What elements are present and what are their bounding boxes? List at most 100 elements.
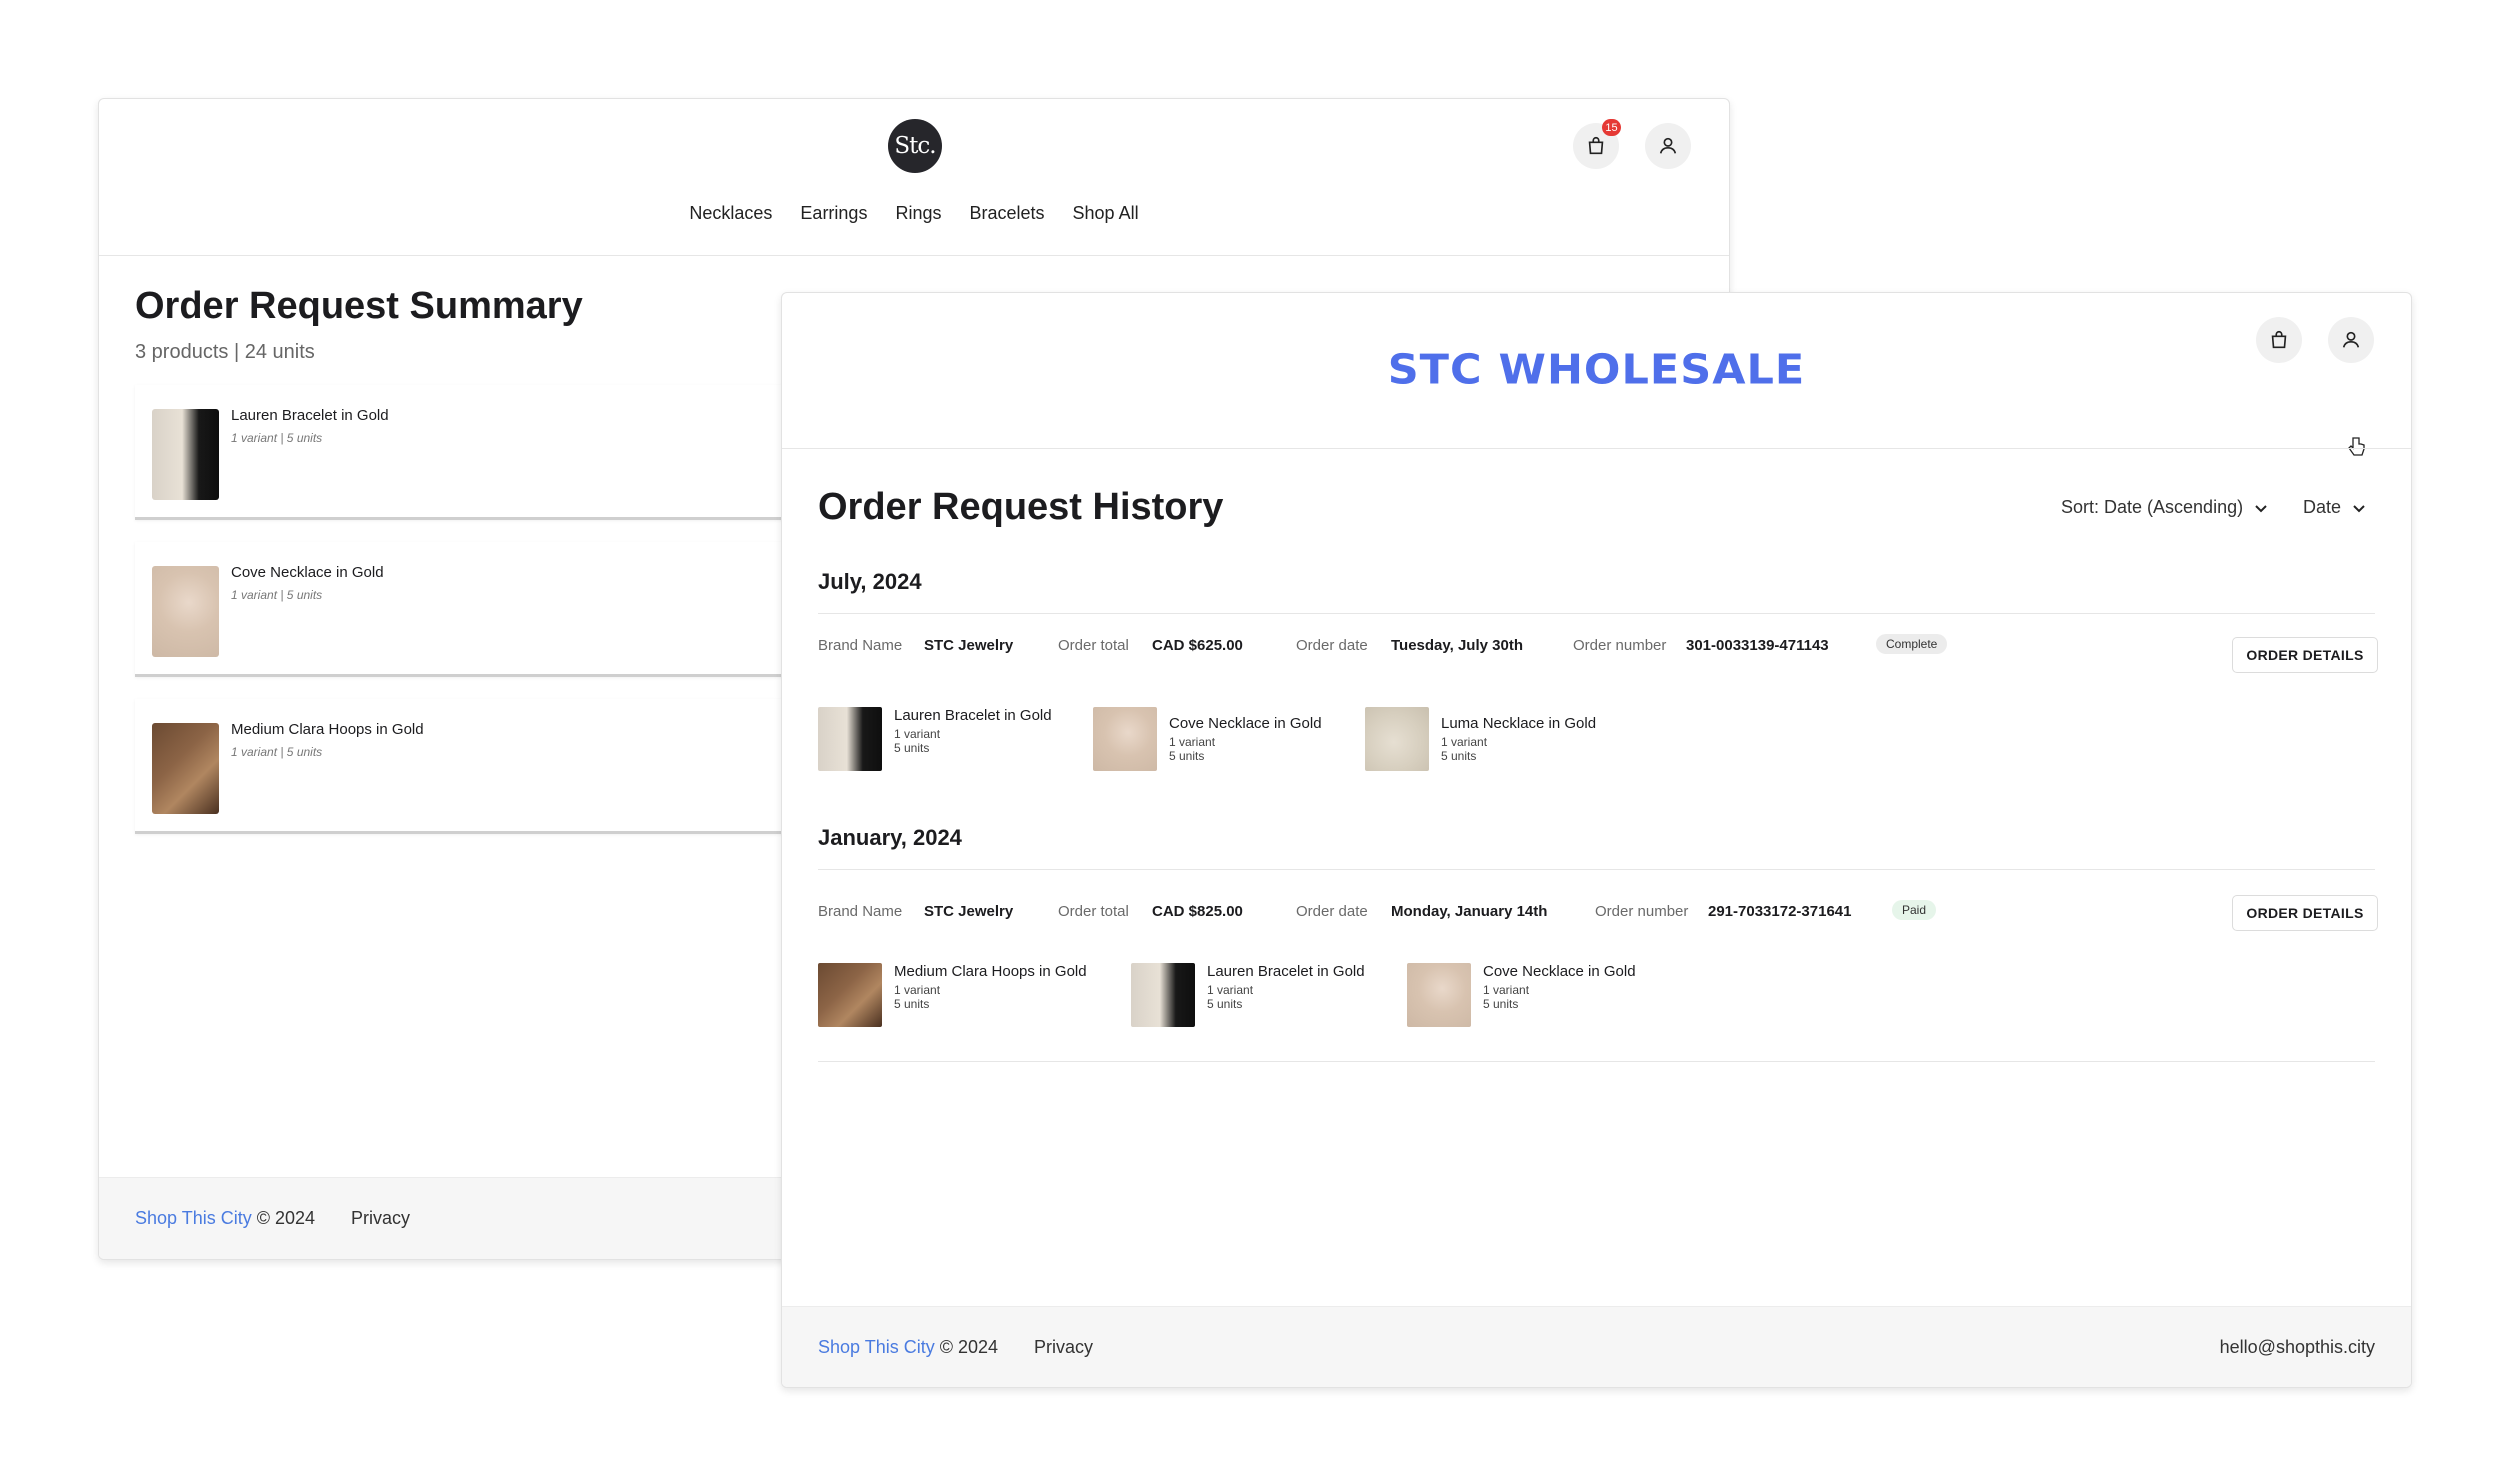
item-name: Lauren Bracelet in Gold	[894, 707, 1052, 724]
item-units: 5 units	[894, 997, 930, 1011]
product-meta: 1 variant | 5 units	[231, 431, 323, 445]
hand-cursor-icon	[2348, 437, 2365, 456]
date-filter-dropdown[interactable]: Date	[2303, 497, 2367, 518]
product-name: Lauren Bracelet in Gold	[231, 407, 389, 424]
footer-brand-link[interactable]: Shop This City	[818, 1337, 935, 1357]
order-item[interactable]: Cove Necklace in Gold 1 variant 5 units	[1407, 963, 1647, 1027]
cart-button[interactable]	[2256, 317, 2302, 363]
shopping-bag-icon	[1588, 136, 1604, 155]
product-name: Medium Clara Hoops in Gold	[231, 721, 424, 738]
nav-bracelets[interactable]: Bracelets	[969, 203, 1044, 224]
order-number-label: Order number	[1595, 903, 1689, 920]
order-item[interactable]: Lauren Bracelet in Gold 1 variant 5 unit…	[1131, 963, 1371, 1027]
month-heading: January, 2024	[818, 825, 962, 850]
item-units: 5 units	[1169, 749, 1205, 763]
order-item[interactable]: Luma Necklace in Gold 1 variant 5 units	[1365, 707, 1597, 771]
item-variant: 1 variant	[1441, 735, 1488, 749]
item-variant: 1 variant	[894, 727, 941, 741]
order-item[interactable]: Cove Necklace in Gold 1 variant 5 units	[1093, 707, 1323, 771]
order-total-label: Order total	[1058, 637, 1129, 654]
header-divider	[99, 255, 1729, 256]
order-details-button[interactable]: ORDER DETAILS	[2232, 895, 2378, 931]
order-summary-row: Brand Name STC Jewelry Order total CAD $…	[818, 895, 2378, 943]
brand-label: Brand Name	[818, 903, 903, 920]
list-end-divider	[818, 1061, 2375, 1062]
nav-earrings[interactable]: Earrings	[800, 203, 867, 224]
status-badge: Paid	[1892, 900, 1937, 920]
item-thumbnail	[1365, 707, 1429, 771]
item-name: Cove Necklace in Gold	[1169, 715, 1322, 732]
chevron-down-icon	[2353, 504, 2365, 512]
order-total-value: CAD $825.00	[1152, 903, 1243, 920]
product-card[interactable]: Medium Clara Hoops in Gold 1 variant | 5…	[135, 699, 835, 834]
item-units: 5 units	[894, 741, 930, 755]
item-variant: 1 variant	[894, 983, 941, 997]
date-filter-label: Date	[2303, 497, 2342, 517]
sort-dropdown[interactable]: Sort: Date (Ascending)	[2061, 497, 2269, 518]
account-button[interactable]	[2328, 317, 2374, 363]
footer-privacy-link[interactable]: Privacy	[351, 1208, 410, 1229]
nav-shop-all[interactable]: Shop All	[1073, 203, 1139, 224]
brand-label: Brand Name	[818, 637, 903, 654]
group-divider	[818, 613, 2375, 614]
wholesale-logo[interactable]: STC WHOLESALE	[782, 346, 2411, 394]
footer-copyright: Shop This City © 2024	[818, 1337, 999, 1357]
product-thumbnail	[152, 723, 219, 814]
chevron-down-icon	[2255, 504, 2267, 512]
header-divider	[782, 448, 2411, 449]
status-badge: Complete	[1876, 634, 1948, 654]
nav-necklaces[interactable]: Necklaces	[689, 203, 772, 224]
footer: Shop This City © 2024 Privacy hello@shop…	[782, 1306, 2411, 1387]
group-divider	[818, 869, 2375, 870]
brand-value: STC Jewelry	[924, 903, 1014, 920]
summary-subtitle: 3 products | 24 units	[135, 341, 315, 363]
order-summary-row: Brand Name STC Jewelry Order total CAD $…	[818, 634, 2378, 677]
order-details-button[interactable]: ORDER DETAILS	[2232, 637, 2378, 673]
footer-brand-link[interactable]: Shop This City	[135, 1208, 252, 1228]
brand-value: STC Jewelry	[924, 637, 1014, 654]
cart-button[interactable]: 15	[1573, 119, 1621, 169]
order-number-value: 291-7033172-371641	[1708, 903, 1852, 920]
item-thumbnail	[1093, 707, 1157, 771]
order-number-value: 301-0033139-471143	[1686, 637, 1829, 654]
item-name: Luma Necklace in Gold	[1441, 715, 1597, 732]
item-units: 5 units	[1207, 997, 1243, 1011]
order-total-value: CAD $625.00	[1152, 637, 1243, 654]
footer-privacy-link[interactable]: Privacy	[1034, 1337, 1093, 1358]
item-units: 5 units	[1483, 997, 1519, 1011]
item-name: Cove Necklace in Gold	[1483, 963, 1636, 980]
order-item[interactable]: Medium Clara Hoops in Gold 1 variant 5 u…	[818, 963, 1088, 1027]
product-thumbnail	[152, 409, 219, 500]
shopping-bag-icon	[2271, 330, 2287, 349]
item-thumbnail	[818, 963, 882, 1027]
item-units: 5 units	[1441, 749, 1477, 763]
order-date-label: Order date	[1296, 903, 1368, 920]
page-title: Order Request Summary	[135, 285, 583, 327]
stc-logo[interactable]: Stc.	[888, 119, 942, 173]
item-thumbnail	[1131, 963, 1195, 1027]
nav-rings[interactable]: Rings	[895, 203, 941, 224]
footer-copyright: Shop This City © 2024	[135, 1208, 316, 1228]
category-nav: Necklaces Earrings Rings Bracelets Shop …	[99, 203, 1729, 224]
item-name: Medium Clara Hoops in Gold	[894, 963, 1087, 980]
account-button[interactable]	[1645, 123, 1691, 169]
item-variant: 1 variant	[1207, 983, 1254, 997]
order-date-value: Tuesday, July 30th	[1391, 637, 1523, 654]
product-card[interactable]: Lauren Bracelet in Gold 1 variant | 5 un…	[135, 385, 835, 520]
order-history-window: STC WHOLESALE Order Request History Sort…	[781, 292, 2412, 1388]
product-card[interactable]: Cove Necklace in Gold 1 variant | 5 unit…	[135, 542, 835, 677]
footer-email-link[interactable]: hello@shopthis.city	[2220, 1337, 2375, 1358]
order-date-label: Order date	[1296, 637, 1368, 654]
product-meta: 1 variant | 5 units	[231, 588, 323, 602]
item-variant: 1 variant	[1169, 735, 1216, 749]
order-total-label: Order total	[1058, 903, 1129, 920]
user-icon	[2342, 331, 2360, 348]
page-title: Order Request History	[818, 486, 1224, 528]
order-date-value: Monday, January 14th	[1391, 903, 1548, 920]
item-thumbnail	[818, 707, 882, 771]
order-number-label: Order number	[1573, 637, 1667, 654]
order-item[interactable]: Lauren Bracelet in Gold 1 variant 5 unit…	[818, 707, 1052, 771]
item-variant: 1 variant	[1483, 983, 1530, 997]
user-icon	[1659, 137, 1677, 154]
item-name: Lauren Bracelet in Gold	[1207, 963, 1365, 980]
